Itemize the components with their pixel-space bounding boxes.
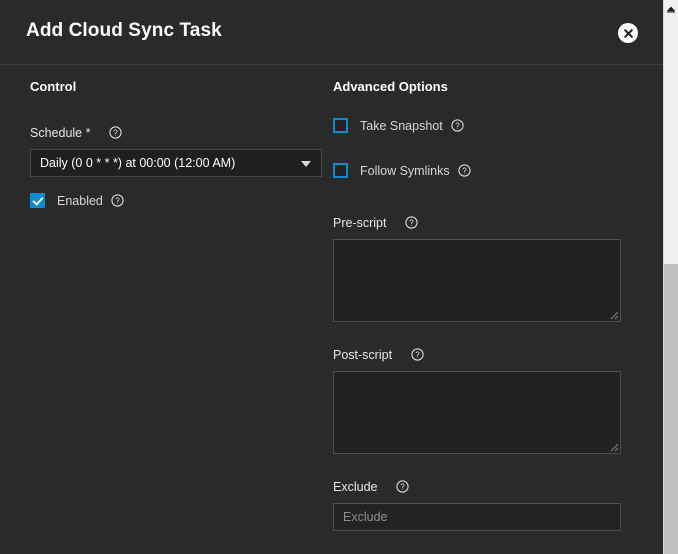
- svg-text:?: ?: [455, 122, 460, 131]
- help-circle-icon[interactable]: ?: [111, 194, 124, 207]
- schedule-label: Schedule *: [30, 126, 90, 140]
- pre-script-field: Pre-script ?: [333, 214, 633, 322]
- post-script-field: Post-script ?: [333, 346, 633, 454]
- schedule-field: Schedule * ? Daily (0 0 * * *) at 00:00 …: [30, 124, 330, 177]
- page-scrollbar-thumb[interactable]: [664, 264, 678, 554]
- chevron-down-icon: [301, 161, 311, 167]
- help-circle-icon[interactable]: ?: [411, 348, 424, 361]
- triangle-up-icon[interactable]: [664, 0, 678, 17]
- section-title-advanced-options: Advanced Options: [333, 65, 633, 94]
- close-icon[interactable]: [618, 23, 638, 43]
- svg-text:?: ?: [115, 197, 120, 206]
- post-script-label: Post-script: [333, 348, 392, 362]
- enabled-checkbox[interactable]: [30, 193, 45, 208]
- take-snapshot-checkbox-row[interactable]: Take Snapshot ?: [333, 118, 633, 133]
- exclude-input-placeholder: Exclude: [343, 504, 387, 530]
- take-snapshot-checkbox[interactable]: [333, 118, 348, 133]
- pre-script-label: Pre-script: [333, 216, 386, 230]
- take-snapshot-label: Take Snapshot: [360, 119, 443, 133]
- section-title-control: Control: [30, 65, 330, 94]
- help-circle-icon[interactable]: ?: [396, 480, 409, 493]
- dialog-header: Add Cloud Sync Task: [0, 0, 664, 65]
- enabled-label: Enabled: [57, 194, 103, 208]
- help-circle-icon[interactable]: ?: [451, 119, 464, 132]
- page-title: Add Cloud Sync Task: [26, 20, 222, 42]
- follow-symlinks-checkbox[interactable]: [333, 163, 348, 178]
- svg-text:?: ?: [415, 351, 420, 360]
- help-circle-icon[interactable]: ?: [109, 126, 122, 139]
- dialog-body: Control Schedule * ? Daily (0 0 * * *) a…: [0, 65, 664, 554]
- svg-text:?: ?: [409, 219, 414, 228]
- svg-text:?: ?: [113, 129, 118, 138]
- add-cloud-sync-task-dialog: Add Cloud Sync Task Control Schedule *: [0, 0, 664, 554]
- svg-text:?: ?: [400, 483, 405, 492]
- exclude-field: Exclude ? Exclude: [333, 478, 633, 531]
- schedule-select[interactable]: Daily (0 0 * * *) at 00:00 (12:00 AM): [30, 149, 322, 177]
- enabled-checkbox-row[interactable]: Enabled ?: [30, 193, 330, 208]
- control-column: Control Schedule * ? Daily (0 0 * * *) a…: [30, 65, 330, 208]
- svg-text:?: ?: [462, 167, 467, 176]
- page-scrollbar[interactable]: [663, 0, 678, 554]
- exclude-label: Exclude: [333, 480, 377, 494]
- exclude-input[interactable]: Exclude: [333, 503, 621, 531]
- resize-handle-icon[interactable]: [606, 439, 619, 452]
- post-script-textarea[interactable]: [333, 371, 621, 454]
- advanced-options-column: Advanced Options Take Snapshot ?: [333, 65, 633, 531]
- resize-handle-icon[interactable]: [606, 307, 619, 320]
- screen: Add Cloud Sync Task Control Schedule *: [0, 0, 678, 554]
- help-circle-icon[interactable]: ?: [458, 164, 471, 177]
- schedule-selected-value: Daily (0 0 * * *) at 00:00 (12:00 AM): [40, 150, 235, 176]
- follow-symlinks-checkbox-row[interactable]: Follow Symlinks ?: [333, 163, 633, 178]
- pre-script-textarea[interactable]: [333, 239, 621, 322]
- help-circle-icon[interactable]: ?: [405, 216, 418, 229]
- follow-symlinks-label: Follow Symlinks: [360, 164, 450, 178]
